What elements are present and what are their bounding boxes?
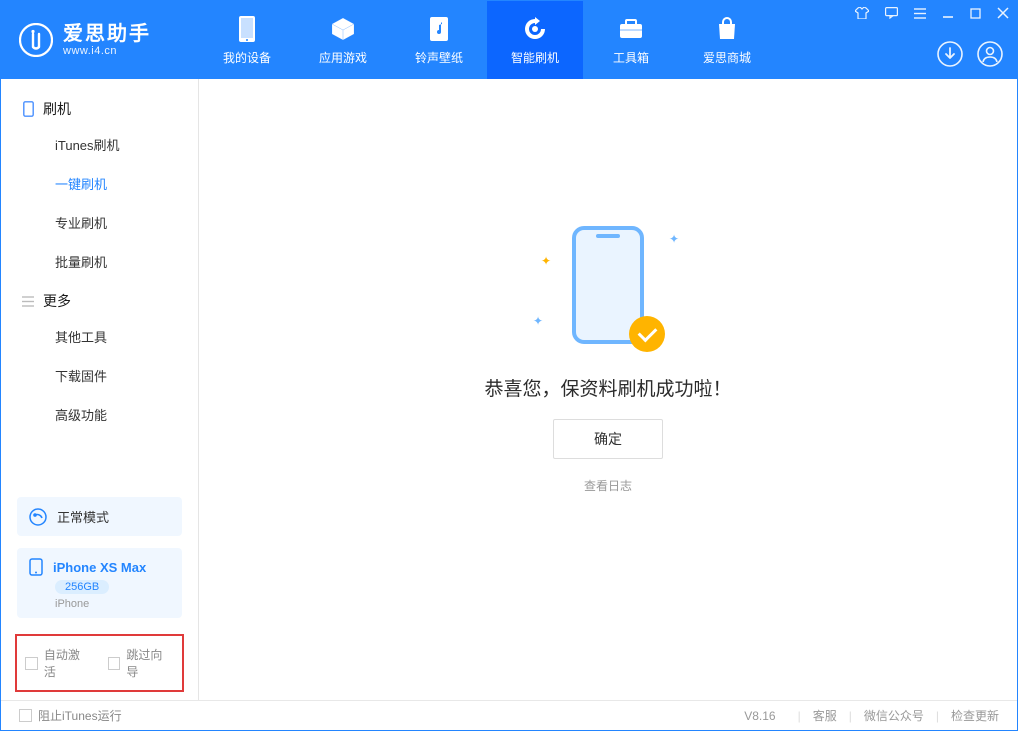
download-icon[interactable]: [937, 41, 963, 67]
footer: 阻止iTunes运行 V8.16 | 客服 | 微信公众号 | 检查更新: [1, 700, 1017, 730]
maximize-icon[interactable]: [968, 6, 983, 21]
list-small-icon: [21, 296, 35, 307]
refresh-icon: [522, 15, 548, 43]
nav-tab-apps[interactable]: 应用游戏: [295, 1, 391, 79]
checkbox-auto-activate[interactable]: 自动激活: [25, 646, 92, 680]
nav-label: 智能刷机: [511, 49, 559, 66]
logo-text: 爱思助手 www.i4.cn: [63, 23, 151, 57]
feedback-icon[interactable]: [883, 5, 900, 21]
mode-icon: [29, 508, 47, 526]
check-badge-icon: [629, 316, 665, 352]
footer-link-wechat[interactable]: 微信公众号: [864, 707, 924, 724]
device-capacity: 256GB: [55, 580, 109, 594]
music-icon: [427, 15, 451, 43]
bag-icon: [715, 15, 739, 43]
footer-link-update[interactable]: 检查更新: [951, 707, 999, 724]
phone-small-icon: [21, 101, 35, 117]
logo-area: 爱思助手 www.i4.cn: [1, 1, 199, 79]
toolbox-icon: [618, 15, 644, 43]
footer-right: V8.16 | 客服 | 微信公众号 | 检查更新: [744, 707, 999, 724]
menu-icon[interactable]: [912, 6, 928, 21]
options-highlight-box: 自动激活 跳过向导: [15, 634, 184, 692]
nav-tab-toolbox[interactable]: 工具箱: [583, 1, 679, 79]
version-label: V8.16: [744, 709, 775, 723]
nav-label: 工具箱: [613, 49, 649, 66]
checkbox-label: 跳过向导: [126, 646, 174, 680]
app-title: 爱思助手: [63, 23, 151, 45]
checkbox-label: 阻止iTunes运行: [38, 707, 122, 724]
mode-box[interactable]: 正常模式: [17, 497, 182, 536]
nav-tabs: 我的设备 应用游戏 铃声壁纸 智能刷机: [199, 1, 775, 79]
nav-tab-device[interactable]: 我的设备: [199, 1, 295, 79]
app-window: 爱思助手 www.i4.cn 我的设备 应用游戏 铃声壁: [0, 0, 1018, 731]
mode-label: 正常模式: [57, 507, 109, 526]
minimize-icon[interactable]: [940, 5, 956, 21]
shirt-icon[interactable]: [853, 5, 871, 21]
success-text: 恭喜您，保资料刷机成功啦！: [484, 374, 731, 401]
device-box[interactable]: iPhone XS Max 256GB iPhone: [17, 548, 182, 618]
device-name: iPhone XS Max: [53, 560, 146, 575]
header: 爱思助手 www.i4.cn 我的设备 应用游戏 铃声壁: [1, 1, 1017, 79]
device-icon: [237, 15, 257, 43]
sidebar: 刷机 iTunes刷机 一键刷机 专业刷机 批量刷机 更多 其他工具 下载固件 …: [1, 79, 199, 700]
sidebar-item-pro-flash[interactable]: 专业刷机: [1, 203, 198, 242]
sparkle-icon: ✦: [533, 314, 543, 328]
nav-label: 我的设备: [223, 49, 271, 66]
sidebar-item-other-tools[interactable]: 其他工具: [1, 317, 198, 356]
checkbox-box-icon: [108, 657, 121, 670]
sidebar-item-itunes-flash[interactable]: iTunes刷机: [1, 125, 198, 164]
nav-label: 铃声壁纸: [415, 49, 463, 66]
checkbox-label: 自动激活: [44, 646, 92, 680]
sidebar-section-more: 更多: [1, 281, 198, 317]
header-right-icons: [937, 41, 1003, 67]
section-title-label: 刷机: [43, 99, 71, 119]
device-subtype: iPhone: [55, 598, 89, 610]
sidebar-item-oneclick-flash[interactable]: 一键刷机: [1, 164, 198, 203]
sidebar-section-flash: 刷机: [1, 89, 198, 125]
checkbox-skip-guide[interactable]: 跳过向导: [108, 646, 175, 680]
body: 刷机 iTunes刷机 一键刷机 专业刷机 批量刷机 更多 其他工具 下载固件 …: [1, 79, 1017, 700]
section-title-label: 更多: [43, 291, 71, 311]
view-log-link[interactable]: 查看日志: [584, 477, 632, 494]
sidebar-item-batch-flash[interactable]: 批量刷机: [1, 242, 198, 281]
sidebar-scroll: 刷机 iTunes刷机 一键刷机 专业刷机 批量刷机 更多 其他工具 下载固件 …: [1, 79, 198, 491]
sparkle-icon: ✦: [541, 254, 551, 268]
nav-label: 爱思商城: [703, 49, 751, 66]
window-controls: [853, 5, 1011, 21]
nav-tab-flash[interactable]: 智能刷机: [487, 1, 583, 79]
nav-tab-ringtones[interactable]: 铃声壁纸: [391, 1, 487, 79]
checkbox-block-itunes[interactable]: 阻止iTunes运行: [19, 707, 122, 724]
device-small-icon: [29, 558, 43, 576]
main-content: ✦ ✦ ✦ 恭喜您，保资料刷机成功啦！ 确定 查看日志: [199, 79, 1017, 700]
nav-tab-store[interactable]: 爱思商城: [679, 1, 775, 79]
checkbox-box-icon: [25, 657, 38, 670]
user-icon[interactable]: [977, 41, 1003, 67]
device-row: iPhone XS Max: [29, 558, 146, 576]
ok-button[interactable]: 确定: [553, 419, 663, 459]
sidebar-item-advanced[interactable]: 高级功能: [1, 395, 198, 434]
sparkle-icon: ✦: [669, 232, 679, 246]
app-url: www.i4.cn: [63, 45, 151, 57]
cube-icon: [330, 15, 356, 43]
sidebar-item-download-firmware[interactable]: 下载固件: [1, 356, 198, 395]
app-logo-icon: [19, 23, 53, 57]
success-illustration: ✦ ✦ ✦: [533, 226, 683, 356]
checkbox-box-icon: [19, 709, 32, 722]
close-icon[interactable]: [995, 5, 1011, 21]
nav-label: 应用游戏: [319, 49, 367, 66]
footer-link-support[interactable]: 客服: [813, 707, 837, 724]
